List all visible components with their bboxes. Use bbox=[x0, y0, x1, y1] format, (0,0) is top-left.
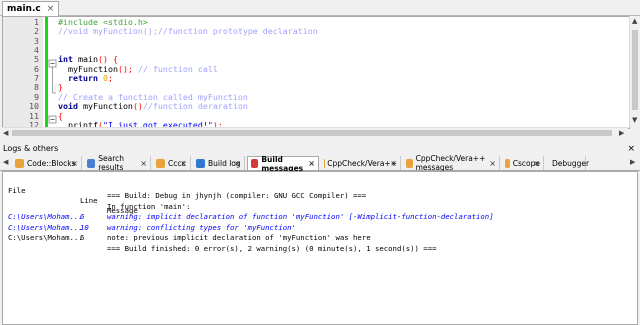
codeblocks-icon bbox=[15, 158, 24, 168]
build-message-row[interactable]: === Build: Debug in jhynjh (compiler: GN… bbox=[3, 191, 637, 201]
code-token: //void myFunction();//function prototype… bbox=[58, 26, 318, 37]
close-icon[interactable]: × bbox=[627, 143, 635, 155]
message-text: === Build: Debug in jhynjh (compiler: GN… bbox=[107, 191, 367, 200]
tab-build-messages[interactable]: Build messages × bbox=[247, 154, 319, 173]
build-message-row[interactable]: C:\Users\Moham... 6 note: previous implici… bbox=[3, 233, 637, 243]
tab-scroll-left-icon[interactable]: ◀ bbox=[3, 158, 8, 166]
code-token: myFunction bbox=[77, 101, 133, 112]
scroll-up-icon[interactable]: ▲ bbox=[632, 17, 637, 25]
message-file: C:\Users\Moham... bbox=[8, 222, 83, 232]
code-token: (); bbox=[117, 63, 133, 74]
tab-build-log[interactable]: Build log × bbox=[193, 156, 245, 170]
gear-icon bbox=[196, 158, 205, 168]
tab-cscope[interactable]: Cscope × bbox=[502, 156, 544, 170]
code-editor[interactable]: 1 #include <stdio.h> 2//void myFunction();… bbox=[2, 16, 630, 129]
tab-label: Code::Blocks bbox=[27, 158, 76, 168]
tab-cppcheck-vera-messages[interactable]: CppCheck/Vera++ messages × bbox=[403, 154, 500, 172]
tab-search-results[interactable]: Search results × bbox=[84, 154, 151, 172]
editor-tab-label: main.c bbox=[7, 4, 41, 14]
scroll-right-icon[interactable]: ▶ bbox=[619, 129, 624, 137]
build-messages-icon bbox=[251, 159, 259, 168]
close-icon[interactable]: × bbox=[308, 159, 315, 168]
tab-scroll-right-icon[interactable]: ▶ bbox=[630, 158, 635, 166]
message-text: note: previous implicit declaration of '… bbox=[107, 233, 371, 242]
scroll-left-icon[interactable]: ◀ bbox=[3, 129, 8, 137]
code-token: 0 bbox=[97, 73, 108, 84]
scrollbar-thumb[interactable] bbox=[632, 30, 638, 110]
build-messages-list[interactable]: File Line Message === Build: Debug in jh… bbox=[2, 171, 638, 325]
scrollbar-thumb[interactable] bbox=[12, 130, 612, 136]
close-icon[interactable]: × bbox=[180, 159, 187, 168]
fold-markers bbox=[48, 59, 57, 124]
close-icon[interactable]: × bbox=[234, 159, 241, 168]
tab-debugger[interactable]: Debugger bbox=[546, 156, 590, 170]
code-text: //void myFunction();//function prototype… bbox=[58, 27, 318, 37]
column-headers: File Line Message bbox=[3, 176, 637, 215]
code-token: // function call bbox=[132, 63, 218, 74]
tab-label: Debugger bbox=[552, 158, 590, 168]
message-text: warning: implicit declaration of functio… bbox=[107, 212, 494, 221]
tab-label: CppCheck/Vera++ bbox=[327, 158, 397, 168]
close-icon[interactable]: × bbox=[47, 4, 55, 14]
cscope-icon bbox=[505, 158, 510, 168]
editor-vertical-scrollbar[interactable]: ▲ ▼ bbox=[629, 16, 640, 127]
search-icon bbox=[87, 158, 96, 168]
code-text: void myFunction()//function deraration bbox=[58, 101, 248, 112]
code-token: ; bbox=[107, 73, 113, 84]
editor-tab-main-c[interactable]: main.c × bbox=[2, 1, 60, 16]
logs-tab-strip: ◀ Code::Blocks × Search results × Cccc × Build… bbox=[0, 154, 640, 173]
code-text: return 0; bbox=[58, 73, 113, 84]
message-line: 6 bbox=[80, 233, 85, 242]
message-file: C:\Users\Moham... bbox=[8, 212, 83, 221]
tab-label: CppCheck/Vera++ messages bbox=[415, 154, 486, 172]
tab-cppcheck-vera[interactable]: CppCheck/Vera++ × bbox=[321, 156, 401, 170]
editor-tabbar: main.c × bbox=[0, 0, 640, 16]
scroll-down-icon[interactable]: ▼ bbox=[632, 116, 637, 124]
code-token: return bbox=[58, 73, 98, 84]
code-token: //function deraration bbox=[142, 101, 248, 112]
tab-code-blocks[interactable]: Code::Blocks × bbox=[12, 156, 82, 170]
message-text: === Build finished: 0 error(s), 2 warnin… bbox=[107, 243, 437, 253]
close-icon[interactable]: × bbox=[533, 159, 540, 168]
close-icon[interactable]: × bbox=[140, 159, 147, 168]
message-line: 10 bbox=[80, 222, 89, 232]
close-icon[interactable]: × bbox=[71, 159, 78, 168]
logs-panel-header: Logs & others × bbox=[0, 143, 640, 155]
tab-label: Build messages bbox=[261, 154, 304, 173]
tab-cccc[interactable]: Cccc × bbox=[153, 156, 191, 170]
build-message-row[interactable]: In function 'main': bbox=[3, 202, 637, 212]
message-text: warning: conflicting types for 'myFuncti… bbox=[107, 222, 296, 232]
close-icon[interactable]: × bbox=[390, 159, 397, 168]
build-message-row[interactable]: C:\Users\Moham... 10 warning: conflicting … bbox=[3, 223, 637, 233]
cppcheck-messages-icon bbox=[406, 158, 413, 168]
cccc-icon bbox=[156, 158, 165, 168]
message-file: C:\Users\Moham... bbox=[8, 233, 83, 242]
logs-panel-title: Logs & others bbox=[3, 144, 59, 153]
editor-horizontal-scrollbar[interactable]: ◀ ▶ bbox=[2, 127, 628, 138]
message-line: 6 bbox=[80, 212, 85, 221]
code-token: () bbox=[132, 101, 143, 112]
build-message-row[interactable]: === Build finished: 0 error(s), 2 warnin… bbox=[3, 244, 637, 254]
build-message-row[interactable]: C:\Users\Moham... 6 warning: implicit decl… bbox=[3, 212, 637, 222]
message-text: In function 'main': bbox=[107, 201, 191, 211]
close-icon[interactable]: × bbox=[489, 159, 496, 168]
